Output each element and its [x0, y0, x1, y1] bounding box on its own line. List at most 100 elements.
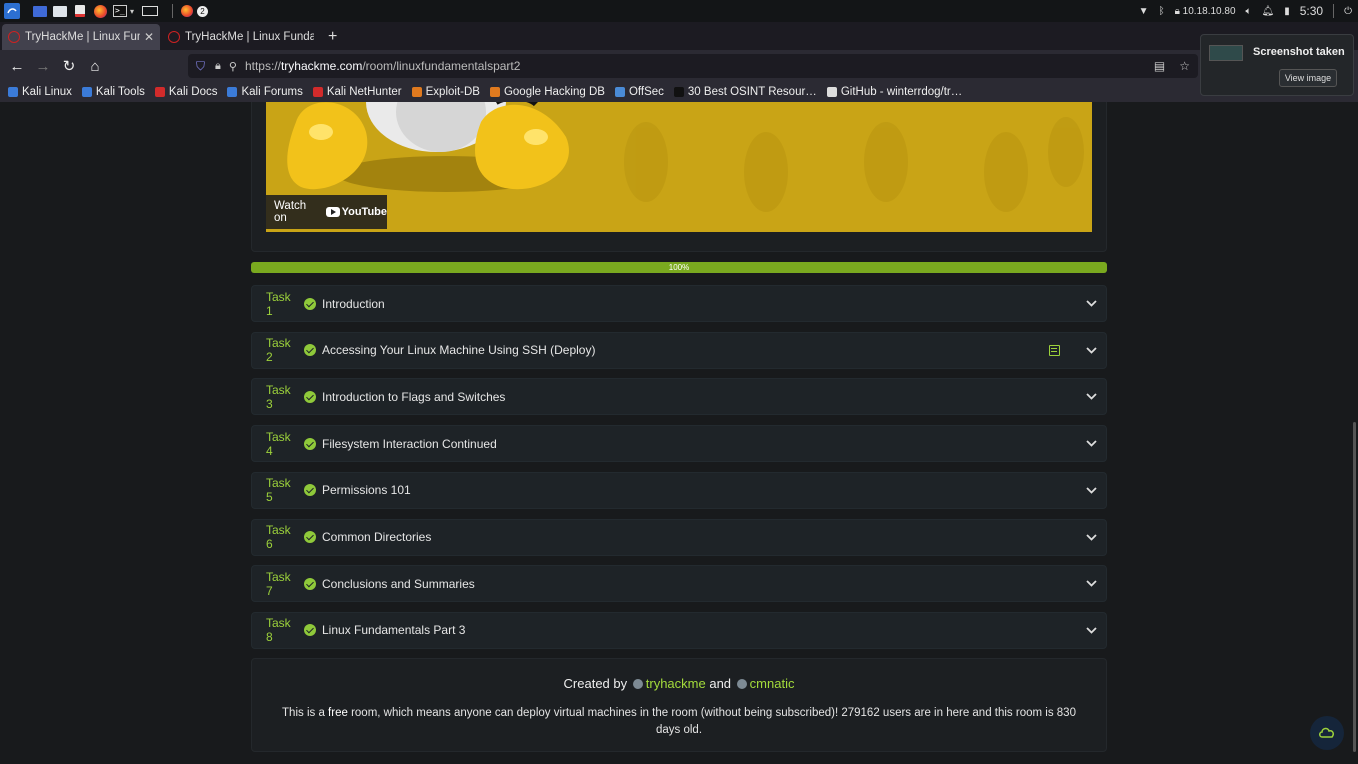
- tab-tryhackme-1[interactable]: TryHackMe | Linux Fundam ✕: [2, 24, 160, 50]
- wifi-icon[interactable]: ▼: [1139, 6, 1149, 17]
- task-number: Task 6: [266, 523, 291, 551]
- reload-button[interactable]: ↻: [56, 53, 82, 79]
- workspace-icon[interactable]: [32, 3, 48, 19]
- bookmark-item[interactable]: Kali Docs: [154, 86, 217, 98]
- bookmark-item[interactable]: GitHub - winterrdog/tr…: [826, 86, 962, 98]
- kali-menu-icon[interactable]: [4, 3, 20, 19]
- chevron-down-icon[interactable]: [1076, 627, 1106, 634]
- bookmark-favicon-icon: [673, 87, 684, 97]
- close-tab-icon[interactable]: ✕: [144, 30, 154, 44]
- taskbar-badge: 2: [197, 5, 209, 17]
- notification-bell-icon[interactable]: 🔔︎: [1262, 6, 1275, 17]
- task-title: Common Directories: [322, 530, 432, 544]
- firefox-icon[interactable]: [92, 3, 108, 19]
- author-link-cmnatic[interactable]: cmnatic: [750, 676, 795, 691]
- completed-check-icon: [304, 624, 316, 637]
- chevron-down-icon[interactable]: [1076, 393, 1106, 401]
- screenshot-notification[interactable]: Screenshot taken View image: [1200, 34, 1354, 96]
- cmnatic-avatar[interactable]: [736, 679, 747, 689]
- chevron-down-icon[interactable]: [1076, 533, 1106, 541]
- home-button[interactable]: ⌂: [82, 53, 108, 79]
- tab-title: TryHackMe | Linux Fundam: [25, 31, 140, 43]
- task-notes-icon[interactable]: [1049, 344, 1060, 356]
- new-tab-button[interactable]: +: [328, 24, 337, 50]
- bookmark-item[interactable]: 30 Best OSINT Resour…: [673, 86, 817, 98]
- vpn-ip[interactable]: 🔒︎ 10.18.10.80: [1175, 6, 1236, 17]
- created-by-label: Created by: [563, 676, 628, 691]
- lock-icon[interactable]: 🔒︎: [215, 60, 221, 73]
- bookmark-favicon-icon: [489, 87, 500, 97]
- task-row[interactable]: Task 5 Permissions 101: [251, 471, 1107, 509]
- task-row[interactable]: Task 3 Introduction to Flags and Switches: [251, 378, 1107, 416]
- permissions-icon[interactable]: ⚲: [229, 60, 237, 73]
- watch-on-youtube-button[interactable]: Watch on YouTube: [266, 195, 387, 229]
- chevron-down-icon[interactable]: [1076, 347, 1106, 354]
- bookmark-item[interactable]: Kali NetHunter: [312, 86, 402, 98]
- completed-check-icon: [304, 297, 316, 310]
- chevron-down-icon[interactable]: [1076, 440, 1106, 447]
- clock[interactable]: 5:30: [1300, 4, 1323, 18]
- page-scrollbar[interactable]: [1353, 422, 1356, 752]
- bookmark-item[interactable]: Kali Forums: [227, 86, 303, 98]
- room-description: This is a free room, which means anyone …: [272, 705, 1086, 739]
- forward-button[interactable]: →: [30, 53, 56, 79]
- bookmark-item[interactable]: Kali Linux: [8, 86, 72, 98]
- video-thumbnail: Part 2: [266, 102, 1092, 232]
- battery-icon[interactable]: ▮: [1284, 6, 1290, 17]
- task-title: Conclusions and Summaries: [322, 576, 475, 591]
- cloud-icon: [1319, 727, 1334, 738]
- firefox-task-icon[interactable]: [179, 3, 195, 19]
- text-editor-icon[interactable]: [72, 3, 88, 19]
- dropdown-arrow-icon[interactable]: ▾: [130, 7, 134, 16]
- back-button[interactable]: ←: [4, 53, 30, 79]
- power-icon[interactable]: ⏻: [1344, 6, 1352, 17]
- video-embed[interactable]: Part 2: [266, 102, 1092, 232]
- bookmark-favicon-icon: [154, 87, 165, 97]
- window-icon[interactable]: [142, 3, 159, 19]
- task-row[interactable]: Task 4 Filesystem Interaction Continued: [251, 425, 1107, 463]
- ip-address: 10.18.10.80: [1182, 5, 1236, 17]
- chat-assistant-button[interactable]: [1310, 716, 1344, 750]
- view-image-button[interactable]: View image: [1279, 69, 1337, 87]
- bookmark-item[interactable]: OffSec: [614, 86, 664, 98]
- completed-check-icon: [304, 344, 316, 357]
- chevron-down-icon[interactable]: [1076, 487, 1106, 494]
- page-content: Part 2 Watch on YouTube 100% Task 1 Intro…: [0, 102, 1358, 764]
- completed-check-icon: [304, 484, 316, 497]
- task-row[interactable]: Task 6 Common Directories: [251, 518, 1107, 556]
- task-row[interactable]: Task 1 Introduction: [251, 285, 1107, 322]
- bookmark-label: 30 Best OSINT Resour…: [687, 86, 817, 98]
- url-bar[interactable]: ⛉ 🔒︎ ⚲ https://tryhackme.com/room/linuxf…: [188, 54, 1198, 78]
- youtube-play-icon: [325, 207, 340, 217]
- tryhackme-avatar[interactable]: [632, 679, 643, 689]
- progress-label: 100%: [668, 263, 690, 272]
- bluetooth-icon[interactable]: ᛒ: [1159, 6, 1165, 17]
- bookmark-item[interactable]: Kali Tools: [81, 86, 145, 98]
- task-row[interactable]: Task 8 Linux Fundamentals Part 3: [251, 611, 1107, 649]
- tab-tryhackme-2[interactable]: TryHackMe | Linux Fundam: [162, 24, 320, 50]
- task-row[interactable]: Task 7 Conclusions and Summaries: [251, 565, 1107, 603]
- chevron-down-icon[interactable]: [1076, 300, 1106, 307]
- url-path: /room/linuxfundamentalspart2: [362, 59, 521, 73]
- terminal-icon[interactable]: >_: [112, 3, 128, 19]
- room-info-card: Created by tryhackme and cmnatic This is…: [251, 658, 1107, 752]
- chevron-down-icon[interactable]: [1076, 580, 1106, 587]
- bookmark-item[interactable]: Exploit-DB: [411, 86, 480, 98]
- bookmark-item[interactable]: Google Hacking DB: [489, 86, 605, 98]
- bookmarks-toolbar: Kali Linux Kali Tools Kali Docs Kali Forums…: [0, 82, 1358, 102]
- reader-view-icon[interactable]: ▤: [1154, 59, 1165, 73]
- files-icon[interactable]: [52, 3, 68, 19]
- task-number: Task 5: [266, 476, 291, 505]
- tryhackme-favicon-icon: [168, 31, 180, 43]
- url-actions: ▤ ☆: [1154, 59, 1190, 73]
- bookmark-favicon-icon: [411, 87, 422, 97]
- volume-icon[interactable]: 🔈︎: [1246, 6, 1252, 17]
- and-label: and: [709, 676, 732, 691]
- screenshot-thumbnail[interactable]: [1209, 45, 1243, 61]
- author-link-tryhackme[interactable]: tryhackme: [646, 676, 706, 691]
- task-row[interactable]: Task 2 Accessing Your Linux Machine Using…: [251, 331, 1107, 369]
- shield-icon[interactable]: ⛉: [196, 59, 205, 74]
- bookmark-star-icon[interactable]: ☆: [1179, 59, 1190, 73]
- url-text[interactable]: https://tryhackme.com/room/linuxfundamen…: [245, 59, 520, 73]
- bookmark-label: Kali Linux: [22, 86, 72, 98]
